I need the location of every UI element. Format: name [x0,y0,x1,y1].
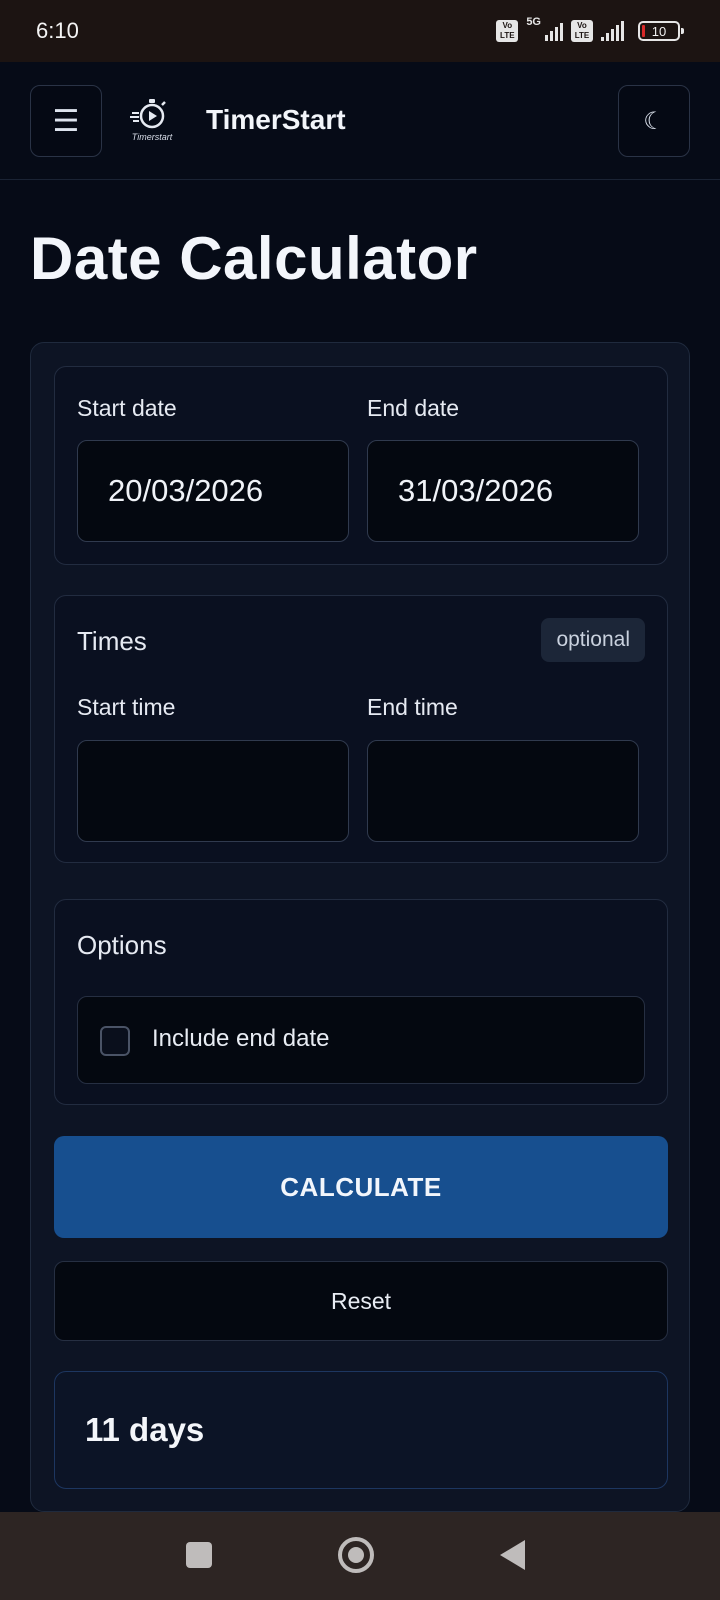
times-section: Times optional Start time End time [54,595,668,863]
end-date-label: End date [367,395,460,421]
options-section: Options Include end date [54,899,668,1105]
include-end-date-checkbox[interactable] [100,1026,130,1056]
reset-button[interactable]: Reset [54,1261,668,1341]
status-icons: Vo LTE 5G Vo LTE 10 [496,16,684,42]
page-title: Date Calculator [30,225,478,292]
battery-icon: 10 [638,21,684,41]
include-end-date-row[interactable]: Include end date [77,996,645,1084]
calculator-card: Start date End date 20/03/2026 31/03/202… [30,342,690,1512]
back-icon[interactable] [500,1540,525,1570]
volte-icon-2: Vo LTE [571,20,593,42]
start-time-label: Start time [77,694,176,720]
signal-strength-icon [545,21,563,41]
end-date-input[interactable]: 31/03/2026 [367,440,639,542]
volte-icon: Vo LTE [496,20,519,42]
app-header: ☰ Timerstart TimerStart ☾ [0,62,720,180]
status-bar: 6:10 Vo LTE 5G Vo LTE 10 [0,0,720,62]
end-time-input[interactable] [367,740,639,842]
calculate-button[interactable]: CALCULATE [54,1136,668,1238]
moon-icon: ☾ [643,107,665,135]
signal-strength-icon-2 [601,21,624,41]
network-type-label: 5G [526,16,541,28]
start-time-input[interactable] [77,740,349,842]
hamburger-menu-icon: ☰ [52,104,80,138]
app-title[interactable]: TimerStart [206,104,346,136]
include-end-date-label[interactable]: Include end date [152,1025,329,1053]
end-time-label: End time [367,694,458,720]
menu-button[interactable]: ☰ [30,85,102,157]
system-navigation-bar [0,1512,720,1600]
home-icon[interactable] [338,1537,374,1573]
options-section-title: Options [77,930,167,960]
app-logo[interactable]: Timerstart [124,96,180,146]
dates-section: Start date End date 20/03/2026 31/03/202… [54,366,668,565]
start-date-label: Start date [77,395,177,421]
result-output: 11 days [54,1371,668,1489]
status-time: 6:10 [36,18,79,43]
start-date-input[interactable]: 20/03/2026 [77,440,349,542]
logo-text: Timerstart [131,132,173,142]
times-section-title: Times [77,626,147,656]
optional-badge: optional [541,618,645,662]
theme-toggle-button[interactable]: ☾ [618,85,690,157]
battery-level: 10 [651,23,667,39]
stopwatch-icon [130,99,166,129]
recent-apps-icon[interactable] [186,1542,212,1568]
